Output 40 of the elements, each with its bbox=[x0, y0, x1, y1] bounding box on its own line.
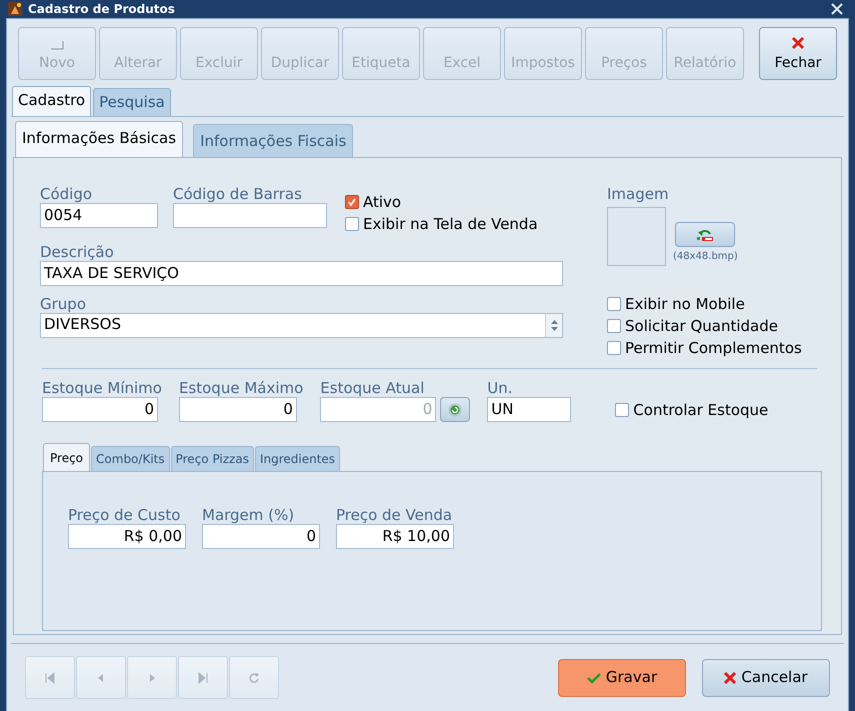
toolbar-button[interactable]: Fechar bbox=[759, 27, 837, 80]
input-field[interactable]: TAXA DE SERVIÇO bbox=[40, 261, 563, 286]
field-label: Preço de Custo bbox=[68, 506, 182, 524]
checkbox-label: Controlar Estoque bbox=[633, 400, 768, 421]
checkbox-label: Ativo bbox=[363, 192, 402, 213]
tab[interactable]: Informações Básicas bbox=[15, 120, 184, 157]
tab[interactable]: Pesquisa bbox=[93, 88, 171, 116]
tab[interactable]: Preço bbox=[43, 443, 90, 471]
image-size-hint: (48x48.bmp) bbox=[673, 250, 738, 264]
field-label: Imagem bbox=[607, 185, 670, 203]
field-label: Código bbox=[40, 185, 94, 203]
checkbox-label: Exibir na Tela de Venda bbox=[363, 214, 538, 235]
input-field[interactable]: R$ 10,00 bbox=[336, 524, 454, 549]
tab[interactable]: Ingredientes bbox=[254, 446, 340, 471]
input-field[interactable]: 0054 bbox=[40, 203, 158, 228]
field-label: Estoque Máximo bbox=[178, 379, 304, 397]
input-field[interactable]: 0 bbox=[202, 524, 320, 549]
input-field[interactable]: 0 bbox=[178, 397, 297, 422]
tab[interactable]: Informações Fiscais bbox=[193, 124, 354, 157]
checkbox-label: Permitir Complementos bbox=[625, 338, 802, 359]
checkbox-label: Solicitar Quantidade bbox=[625, 316, 778, 337]
field-label: Estoque Mínimo bbox=[42, 379, 162, 397]
dropdown[interactable]: DIVERSOS bbox=[40, 313, 563, 338]
field-label: Descrição bbox=[40, 243, 115, 261]
input-field[interactable]: 0 bbox=[42, 397, 158, 422]
tab[interactable]: Combo/Kits bbox=[91, 446, 170, 471]
tab[interactable]: Preço Pizzas bbox=[170, 446, 254, 471]
field-label: Estoque Atual bbox=[320, 379, 426, 397]
save-button[interactable]: Gravar bbox=[558, 658, 686, 696]
field-label: Un. bbox=[487, 379, 514, 397]
input-field[interactable]: UN bbox=[487, 397, 572, 422]
cancel-button[interactable]: Cancelar bbox=[702, 658, 830, 696]
window-title: Cadastro de Produtos bbox=[28, 1, 175, 18]
field-label: Preço de Venda bbox=[336, 506, 454, 524]
tab[interactable]: Cadastro bbox=[12, 86, 92, 116]
field-label: Margem (%) bbox=[202, 506, 296, 524]
checkbox-label: Exibir no Mobile bbox=[625, 294, 745, 315]
input-field[interactable]: R$ 0,00 bbox=[68, 524, 186, 549]
field-label: Grupo bbox=[40, 295, 87, 313]
field-label: Código de Barras bbox=[173, 185, 303, 203]
